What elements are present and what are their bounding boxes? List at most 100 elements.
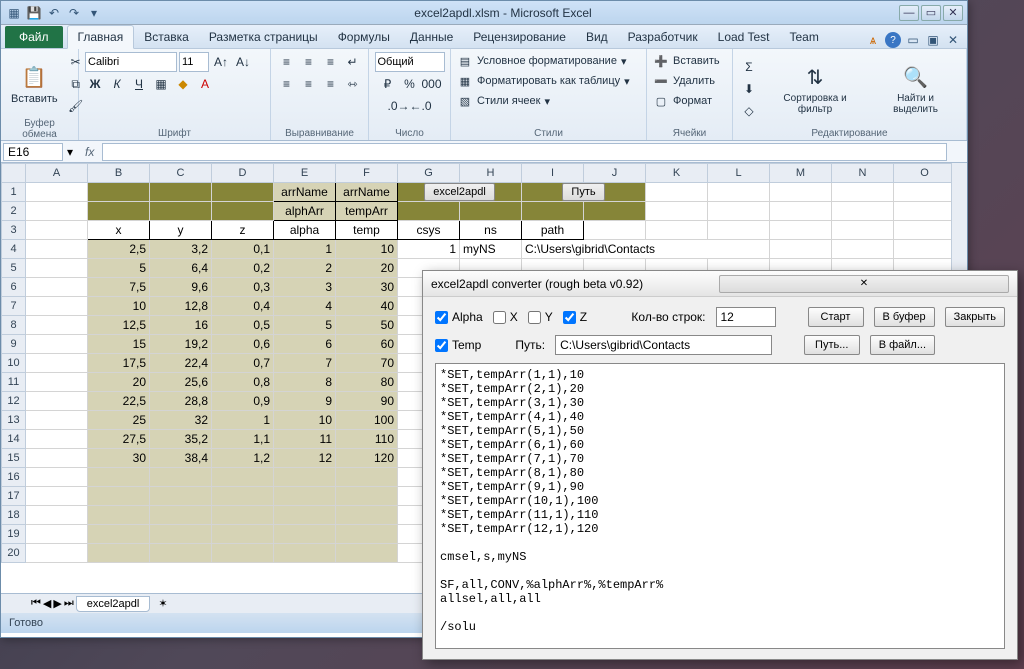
cell[interactable]: alpha [274, 221, 336, 240]
delete-cells-button[interactable]: ➖Удалить [653, 72, 715, 90]
ribbon-tab-0[interactable]: Главная [67, 25, 135, 49]
decrease-decimal-icon[interactable]: ←.0 [411, 96, 431, 116]
qat-dropdown-icon[interactable]: ▾ [85, 4, 103, 22]
cell[interactable] [212, 525, 274, 544]
output-textarea[interactable] [435, 363, 1005, 649]
col-header[interactable]: O [894, 164, 956, 183]
cell[interactable] [832, 183, 894, 202]
to-file-button[interactable]: В файл... [870, 335, 935, 355]
cell[interactable]: 9,6 [150, 278, 212, 297]
cell[interactable]: 0,5 [212, 316, 274, 335]
cell[interactable] [398, 202, 460, 221]
comma-icon[interactable]: 000 [422, 74, 442, 94]
cell[interactable]: 28,8 [150, 392, 212, 411]
fill-icon[interactable]: ⬇ [739, 79, 759, 99]
sheet-nav-next-icon[interactable]: ▶ [53, 597, 61, 610]
row-header[interactable]: 3 [2, 221, 26, 240]
row-header[interactable]: 5 [2, 259, 26, 278]
increase-font-icon[interactable]: A↑ [211, 52, 231, 72]
ribbon-tab-5[interactable]: Рецензирование [463, 26, 576, 48]
cell[interactable]: 6 [274, 335, 336, 354]
cell[interactable]: C:\Users\gibrid\Contacts [522, 240, 770, 259]
row-header[interactable]: 4 [2, 240, 26, 259]
cell[interactable] [212, 183, 274, 202]
autosum-icon[interactable]: Σ [739, 57, 759, 77]
dialog-titlebar[interactable]: excel2apdl converter (rough beta v0.92) … [423, 271, 1017, 297]
cell[interactable]: 10 [88, 297, 150, 316]
cell[interactable]: 16 [150, 316, 212, 335]
cell[interactable]: 22,5 [88, 392, 150, 411]
file-tab[interactable]: Файл [5, 26, 63, 48]
cell[interactable] [26, 411, 88, 430]
cell[interactable] [212, 202, 274, 221]
cell[interactable]: 19,2 [150, 335, 212, 354]
cell[interactable]: 0,3 [212, 278, 274, 297]
cell[interactable]: 7 [274, 354, 336, 373]
style-icon[interactable]: ѧ [865, 32, 881, 48]
redo-icon[interactable]: ↷ [65, 4, 83, 22]
cell[interactable] [150, 544, 212, 563]
cell[interactable]: 0,1 [212, 240, 274, 259]
cell[interactable] [274, 506, 336, 525]
cell[interactable] [150, 183, 212, 202]
sheet-nav-prev-icon[interactable]: ◀ [43, 597, 51, 610]
cell[interactable]: arrName [336, 183, 398, 202]
cell[interactable]: 8 [274, 373, 336, 392]
find-select-button[interactable]: 🔍 Найти и выделить [871, 61, 960, 117]
col-header[interactable]: F [336, 164, 398, 183]
cell[interactable]: 17,5 [88, 354, 150, 373]
cell[interactable] [26, 373, 88, 392]
help-icon[interactable]: ? [885, 32, 901, 48]
cell[interactable]: 12,8 [150, 297, 212, 316]
cell[interactable] [88, 468, 150, 487]
col-header[interactable]: C [150, 164, 212, 183]
cell[interactable]: 3 [274, 278, 336, 297]
y-checkbox[interactable]: Y [528, 310, 553, 324]
cell[interactable] [708, 183, 770, 202]
cell[interactable] [832, 202, 894, 221]
cell[interactable]: temp [336, 221, 398, 240]
cell[interactable] [26, 392, 88, 411]
cell[interactable] [336, 487, 398, 506]
cell[interactable]: 3,2 [150, 240, 212, 259]
path-button[interactable]: Путь [562, 183, 604, 201]
cell[interactable]: 27,5 [88, 430, 150, 449]
align-center-icon[interactable]: ≡ [299, 74, 319, 94]
ribbon-restore-icon[interactable]: ▣ [925, 32, 941, 48]
cell[interactable] [26, 544, 88, 563]
cell[interactable] [584, 221, 646, 240]
col-header[interactable]: J [584, 164, 646, 183]
fill-color-icon[interactable]: ◆ [173, 74, 193, 94]
cell[interactable] [708, 221, 770, 240]
row-header[interactable]: 15 [2, 449, 26, 468]
col-header[interactable]: N [832, 164, 894, 183]
increase-decimal-icon[interactable]: .0→ [389, 96, 409, 116]
col-header[interactable]: D [212, 164, 274, 183]
ribbon-tab-2[interactable]: Разметка страницы [199, 26, 328, 48]
ribbon-tab-1[interactable]: Вставка [134, 26, 199, 48]
cell[interactable] [770, 183, 832, 202]
name-box[interactable] [3, 143, 63, 161]
cell[interactable]: 2 [274, 259, 336, 278]
to-buffer-button[interactable]: В буфер [874, 307, 935, 327]
cell[interactable] [584, 202, 646, 221]
align-bottom-icon[interactable]: ≡ [321, 52, 341, 72]
col-header[interactable]: M [770, 164, 832, 183]
decrease-font-icon[interactable]: A↓ [233, 52, 253, 72]
cell[interactable] [770, 240, 832, 259]
cell[interactable]: 12,5 [88, 316, 150, 335]
cell[interactable] [894, 221, 956, 240]
maximize-button[interactable]: ▭ [921, 5, 941, 21]
ribbon-tab-6[interactable]: Вид [576, 26, 618, 48]
col-header[interactable]: A [26, 164, 88, 183]
ribbon-tab-3[interactable]: Формулы [328, 26, 400, 48]
row-header[interactable]: 13 [2, 411, 26, 430]
sheet-nav-last-icon[interactable]: ⏭ [64, 597, 74, 610]
cell[interactable] [274, 544, 336, 563]
cell[interactable]: 1,1 [212, 430, 274, 449]
cell[interactable]: 25,6 [150, 373, 212, 392]
row-header[interactable]: 17 [2, 487, 26, 506]
bold-button[interactable]: Ж [85, 74, 105, 94]
fx-icon[interactable]: fx [77, 145, 102, 159]
cell[interactable]: 9 [274, 392, 336, 411]
